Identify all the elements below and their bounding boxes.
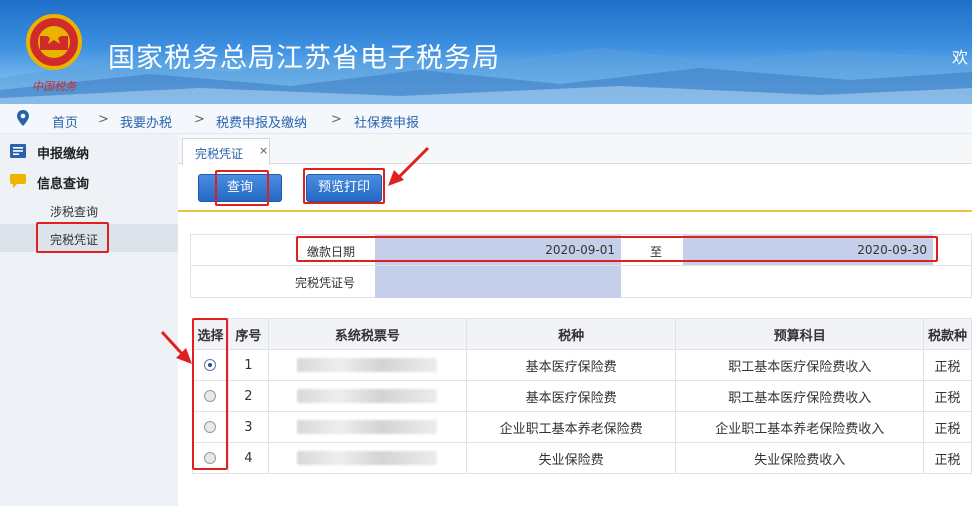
tax-emblem-logo: 中国税务 xyxy=(26,14,82,93)
main-content: 完税凭证 × 查询 预览打印 缴款日期 2020-09-01 至 2020-09… xyxy=(178,134,972,506)
ticket-number-blurred xyxy=(267,442,467,474)
breadcrumb-separator: > xyxy=(98,112,109,127)
breadcrumb-social-insurance[interactable]: 社保费申报 xyxy=(354,112,419,131)
tab-label: 完税凭证 xyxy=(195,147,244,161)
location-pin-icon xyxy=(17,110,29,126)
breadcrumb-home[interactable]: 首页 xyxy=(52,112,78,131)
sidebar-item-info-query[interactable]: 信息查询 xyxy=(0,166,178,196)
declare-icon xyxy=(10,144,26,158)
chat-bubble-icon xyxy=(10,174,26,188)
breadcrumb-separator: > xyxy=(194,112,205,127)
certificate-row: 完税凭证号 xyxy=(191,266,972,298)
table-row[interactable]: 3 企业职工基本养老保险费 企业职工基本养老保险费收入 正税 xyxy=(192,411,972,443)
budget-item: 职工基本医疗保险费收入 xyxy=(675,349,925,381)
tax-type: 基本医疗保险费 xyxy=(465,380,677,412)
column-header-budget-item: 预算科目 xyxy=(675,318,925,350)
svg-text:中国税务: 中国税务 xyxy=(32,80,77,93)
tab-tax-certificate[interactable]: 完税凭证 × xyxy=(182,138,270,165)
ticket-number-blurred xyxy=(267,349,467,381)
budget-item: 失业保险费收入 xyxy=(675,442,925,474)
site-title: 国家税务总局江苏省电子税务局 xyxy=(108,43,500,74)
sidebar-item-declare[interactable]: 申报缴纳 xyxy=(0,136,178,166)
sidebar-item-label: 信息查询 xyxy=(37,177,90,192)
column-header-tax-type: 税种 xyxy=(465,318,677,350)
table-row[interactable]: 1 基本医疗保险费 职工基本医疗保险费收入 正税 xyxy=(192,349,972,381)
arrow-annotation-icon xyxy=(160,330,192,364)
highlight-box xyxy=(215,170,269,206)
sidebar: 申报缴纳 信息查询 涉税查询 完税凭证 xyxy=(0,134,178,506)
tax-kind: 正税 xyxy=(923,380,972,412)
tax-kind: 正税 xyxy=(923,349,972,381)
breadcrumb-tax-handling[interactable]: 我要办税 xyxy=(120,112,172,131)
tax-type: 企业职工基本养老保险费 xyxy=(465,411,677,443)
sidebar-item-label: 申报缴纳 xyxy=(37,147,90,162)
row-number: 4 xyxy=(227,442,269,474)
certificate-number-input[interactable] xyxy=(375,266,621,298)
ticket-number-blurred xyxy=(267,411,467,443)
welcome-text: 欢 xyxy=(952,48,969,67)
row-number: 3 xyxy=(227,411,269,443)
toolbar: 查询 预览打印 xyxy=(178,164,972,212)
highlight-box xyxy=(303,168,385,204)
highlight-box xyxy=(36,222,109,253)
tax-kind: 正税 xyxy=(923,411,972,443)
close-icon[interactable]: × xyxy=(259,144,268,157)
breadcrumb: 首页 > 我要办税 > 税费申报及缴纳 > 社保费申报 xyxy=(0,104,972,134)
tax-type: 失业保险费 xyxy=(465,442,677,474)
results-table: 选择 序号 系统税票号 税种 预算科目 税款种 1 基本医疗保险费 职工基本医疗… xyxy=(192,318,972,474)
column-header-ticket-no: 系统税票号 xyxy=(267,318,467,350)
ticket-number-blurred xyxy=(267,380,467,412)
sidebar-subitem-label: 涉税查询 xyxy=(50,205,99,219)
certificate-label: 完税凭证号 xyxy=(294,276,355,290)
site-banner: 中国税务 国家税务总局江苏省电子税务局 欢 xyxy=(0,0,972,104)
row-number: 2 xyxy=(227,380,269,412)
budget-item: 企业职工基本养老保险费收入 xyxy=(675,411,925,443)
breadcrumb-separator: > xyxy=(331,112,342,127)
table-row[interactable]: 2 基本医疗保险费 职工基本医疗保险费收入 正税 xyxy=(192,380,972,412)
tax-type: 基本医疗保险费 xyxy=(465,349,677,381)
arrow-annotation-icon xyxy=(388,146,430,186)
highlight-box xyxy=(296,236,938,262)
column-header-tax-kind: 税款种 xyxy=(923,318,972,350)
sidebar-subitem-tax-query[interactable]: 涉税查询 xyxy=(0,196,178,224)
column-header-no: 序号 xyxy=(227,318,269,350)
table-row[interactable]: 4 失业保险费 失业保险费收入 正税 xyxy=(192,442,972,474)
budget-item: 职工基本医疗保险费收入 xyxy=(675,380,925,412)
tab-bar: 完税凭证 × xyxy=(178,134,972,165)
row-number: 1 xyxy=(227,349,269,381)
tax-kind: 正税 xyxy=(923,442,972,474)
breadcrumb-declare-pay[interactable]: 税费申报及缴纳 xyxy=(216,112,307,131)
table-header-row: 选择 序号 系统税票号 税种 预算科目 税款种 xyxy=(192,318,972,350)
highlight-box xyxy=(192,318,228,470)
